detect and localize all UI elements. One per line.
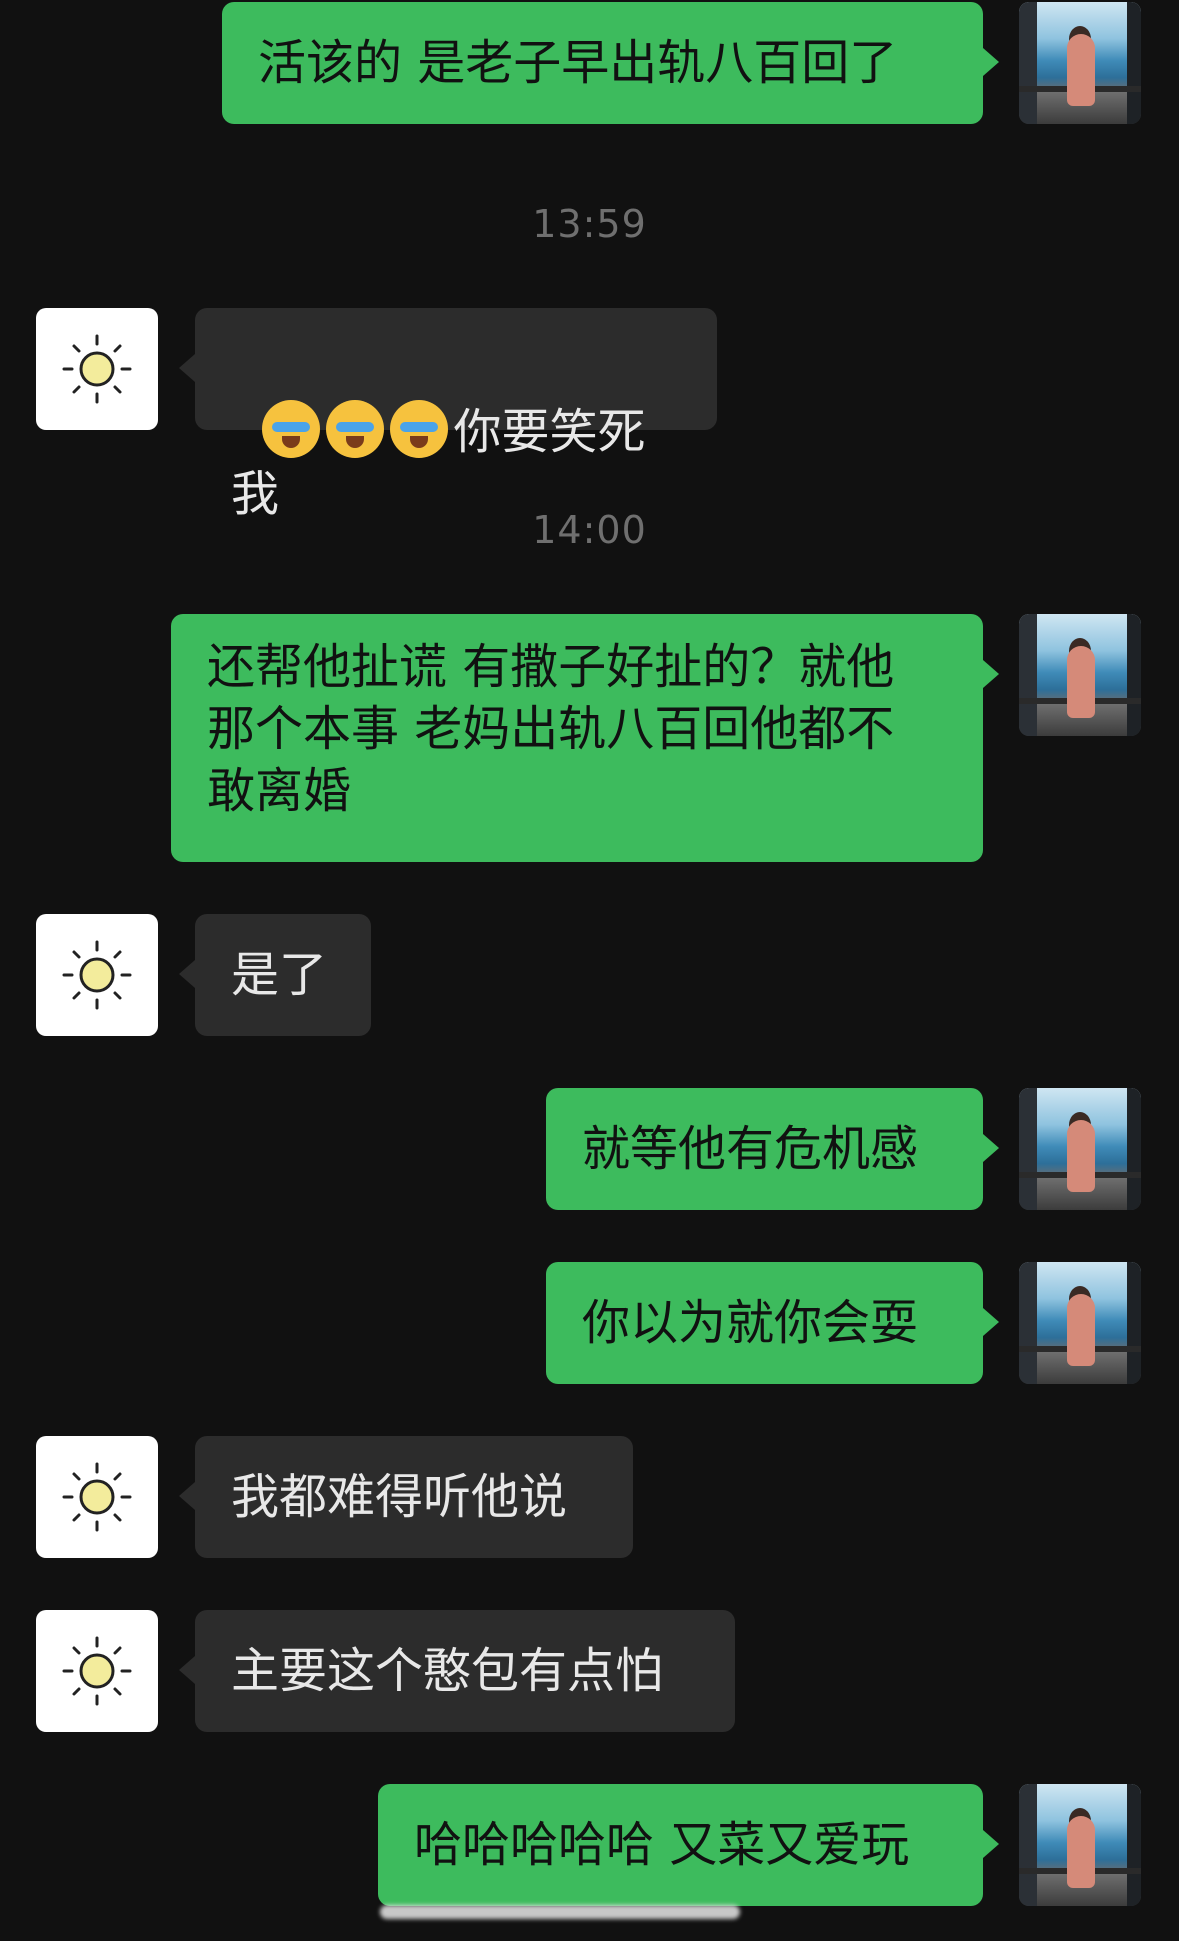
timestamp: 13:59 <box>532 202 647 246</box>
self-avatar[interactable] <box>1019 2 1141 124</box>
face-with-tears-emoji <box>325 400 384 458</box>
cropped-content-edge <box>380 1905 740 1919</box>
outgoing-message-bubble[interactable]: 你以为就你会耍 <box>546 1262 999 1384</box>
contact-avatar[interactable] <box>36 1610 158 1732</box>
contact-avatar[interactable] <box>36 1436 158 1558</box>
outgoing-message-bubble[interactable]: 就等他有危机感 <box>546 1088 999 1210</box>
incoming-message-bubble[interactable]: 是了 <box>179 914 371 1036</box>
sun-icon <box>62 940 132 1010</box>
outgoing-message-bubble[interactable]: 还帮他扯谎 有撒子好扯的？就他 那个本事 老妈出轨八百回他都不 敢离婚 <box>171 614 999 862</box>
face-with-tears-emoji <box>261 400 320 458</box>
sun-icon <box>62 334 132 404</box>
self-avatar[interactable] <box>1019 1088 1141 1210</box>
contact-avatar[interactable] <box>36 914 158 1036</box>
timestamp: 14:00 <box>532 508 647 552</box>
self-avatar[interactable] <box>1019 1784 1141 1906</box>
face-with-tears-emoji <box>389 400 448 458</box>
incoming-message-bubble[interactable]: 你要笑死我 <box>179 308 717 522</box>
sun-icon <box>62 1636 132 1706</box>
outgoing-message-bubble[interactable]: 哈哈哈哈哈 又菜又爱玩 <box>378 1784 999 1906</box>
outgoing-message-bubble[interactable]: 活该的 是老子早出轨八百回了 <box>222 2 999 124</box>
incoming-message-bubble[interactable]: 我都难得听他说 <box>179 1436 633 1558</box>
self-avatar[interactable] <box>1019 614 1141 736</box>
contact-avatar[interactable] <box>36 308 158 430</box>
sun-icon <box>62 1462 132 1532</box>
self-avatar[interactable] <box>1019 1262 1141 1384</box>
incoming-message-bubble[interactable]: 主要这个憨包有点怕 <box>179 1610 735 1732</box>
